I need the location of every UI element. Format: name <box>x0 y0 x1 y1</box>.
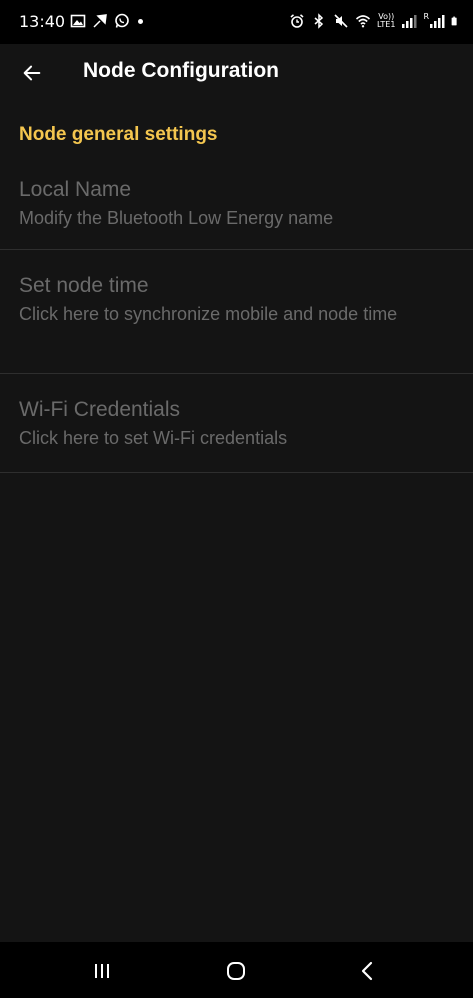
back-button[interactable] <box>12 53 52 93</box>
pref-summary: Click here to synchronize mobile and nod… <box>19 304 398 324</box>
page-title: Node Configuration <box>83 59 279 82</box>
roaming-label: R <box>423 11 429 21</box>
status-bar: 13:40 Vo)) LTE1 R <box>0 0 473 44</box>
pref-wifi-credentials[interactable]: Wi-Fi Credentials Click here to set Wi-F… <box>0 374 473 473</box>
home-button[interactable] <box>216 956 256 986</box>
back-icon <box>361 961 373 981</box>
wifi-icon <box>356 15 371 28</box>
system-back-button[interactable] <box>348 956 388 986</box>
battery-icon <box>451 16 457 26</box>
arrow-left-icon <box>23 65 41 81</box>
volte-line2: LTE1 <box>377 20 396 29</box>
feather-icon <box>93 14 107 28</box>
dot-icon <box>138 18 143 24</box>
pref-title: Set node time <box>19 274 149 297</box>
alarm-icon <box>290 14 304 28</box>
recent-apps-icon <box>95 964 109 978</box>
gallery-icon <box>70 14 86 28</box>
bluetooth-icon <box>314 13 324 29</box>
screen: 13:40 Vo)) LTE1 R Node Configuration Nod… <box>0 0 473 998</box>
pref-title: Local Name <box>19 178 132 201</box>
pref-summary: Click here to set Wi-Fi credentials <box>19 428 288 448</box>
settings-list: Node general settings Local Name Modify … <box>0 106 473 473</box>
status-left-icons <box>70 13 143 29</box>
signal-icon <box>402 15 417 28</box>
pref-title: Wi-Fi Credentials <box>19 398 181 421</box>
pref-summary: Modify the Bluetooth Low Energy name <box>19 208 334 228</box>
app-bar: Node Configuration <box>0 44 473 106</box>
pref-set-node-time[interactable]: Set node time Click here to synchronize … <box>0 250 473 374</box>
status-time: 13:40 <box>19 12 66 31</box>
section-header: Node general settings <box>19 124 218 145</box>
home-icon <box>227 962 245 980</box>
mute-icon <box>334 14 348 28</box>
signal-r-icon <box>430 15 445 28</box>
whatsapp-icon <box>115 13 129 28</box>
status-right-icons: Vo)) LTE1 R <box>289 11 461 29</box>
recent-apps-button[interactable] <box>82 956 122 986</box>
volte-icon: Vo)) LTE1 <box>377 13 395 29</box>
pref-local-name[interactable]: Local Name Modify the Bluetooth Low Ener… <box>0 144 473 250</box>
nav-bar <box>0 942 473 998</box>
